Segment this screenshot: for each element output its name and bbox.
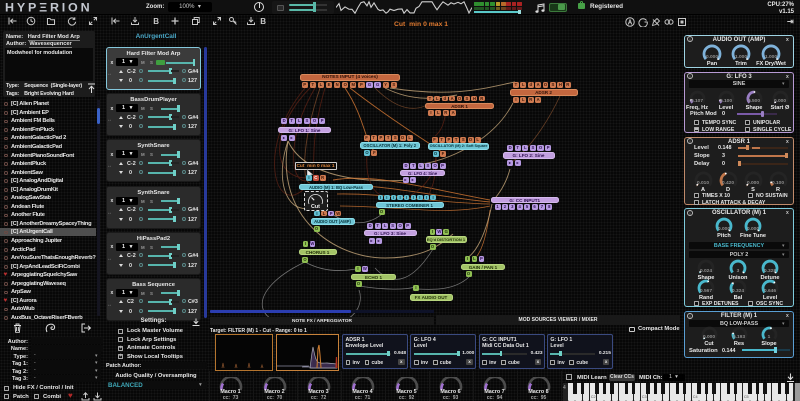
svg-text:B: B — [153, 17, 159, 26]
svg-text:B: B — [260, 17, 266, 26]
